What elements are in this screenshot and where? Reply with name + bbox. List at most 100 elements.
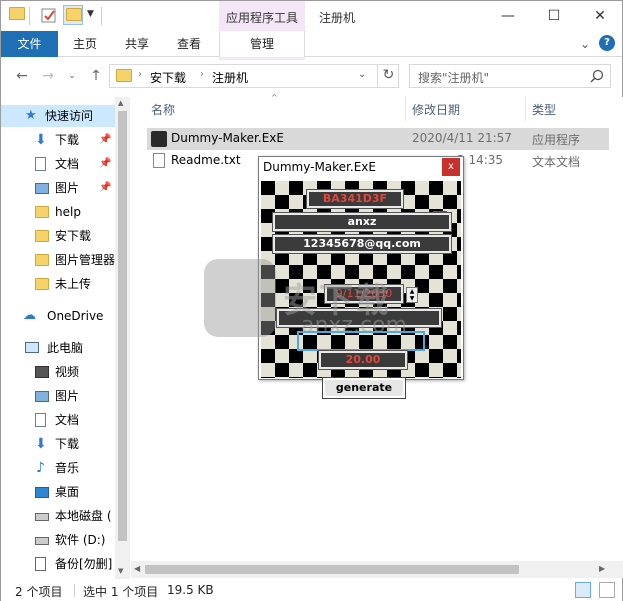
folder-icon — [9, 7, 25, 23]
help-icon[interactable]: ? — [599, 35, 615, 51]
name-field[interactable]: anxz — [272, 212, 452, 232]
large-icons-view-icon[interactable] — [599, 582, 615, 598]
column-header-modified[interactable]: 修改日期 — [412, 101, 460, 118]
tab-view[interactable]: 查看 — [169, 31, 209, 57]
nav-item-this-pc[interactable]: 此电脑 — [1, 337, 115, 359]
nav-label: help — [55, 205, 81, 219]
nav-item-videos[interactable]: 视频 — [1, 361, 115, 383]
tab-home[interactable]: 主页 — [65, 31, 105, 57]
folder-icon — [35, 278, 49, 292]
search-box[interactable]: 搜索"注册机" — [409, 64, 611, 88]
file-type: 文本文档 — [532, 155, 581, 169]
pin-icon[interactable]: 📌 — [99, 177, 111, 199]
nav-item-quick-access[interactable]: ★ 快速访问 — [1, 105, 115, 127]
horizontal-scrollbar[interactable]: ◀ ▶ — [131, 561, 623, 578]
file-name: Dummy-Maker.ExE — [171, 131, 284, 145]
scrollbar-thumb[interactable] — [118, 111, 127, 541]
column-divider[interactable] — [525, 97, 526, 121]
file-name: Readme.txt — [171, 153, 241, 167]
selected-count: 选中 1 个项目 — [83, 585, 159, 599]
address-bar[interactable]: › 安下载 › 注册机 ⌄ — [109, 64, 399, 88]
chevron-down-icon[interactable]: ⌄ — [358, 69, 366, 80]
scroll-right-icon[interactable]: ▶ — [599, 564, 605, 573]
nav-item-documents[interactable]: 文档 📌 — [1, 153, 115, 175]
nav-label: 备份[勿删] — [55, 557, 113, 571]
file-modified: 2020/4/11 21:57 — [412, 131, 512, 145]
nav-label: 图片管理器 — [55, 253, 115, 267]
nav-item-local-disk[interactable]: 本地磁盘 ( — [1, 505, 115, 527]
nav-label: 下载 — [55, 437, 80, 451]
chevron-right-icon[interactable]: › — [200, 69, 204, 80]
computer-icon — [25, 342, 39, 353]
nav-scrollbar[interactable]: ▲ ▼ — [115, 97, 130, 579]
nav-item-not-uploaded[interactable]: 未上传 — [1, 273, 115, 295]
expand-ribbon-icon[interactable]: ⌄ — [577, 31, 593, 57]
dialog-title: Dummy-Maker.ExE — [263, 160, 376, 174]
recent-locations-icon[interactable]: ⌄ — [63, 67, 81, 85]
nav-label: 图片 — [55, 181, 80, 195]
context-tab-title: 应用程序工具 — [225, 11, 298, 25]
nav-label: 下载 — [55, 133, 80, 147]
new-folder-icon[interactable] — [63, 5, 83, 25]
nav-item-software-drive[interactable]: 软件 (D:) — [1, 529, 115, 551]
scroll-left-icon[interactable]: ◀ — [134, 564, 140, 573]
nav-item-backup-drive[interactable]: 备份[勿删] — [1, 553, 115, 575]
nav-item-onedrive[interactable]: ☁ OneDrive — [1, 305, 115, 327]
column-header-type[interactable]: 类型 — [532, 101, 556, 118]
close-button[interactable]: ✕ — [577, 1, 623, 31]
folder-icon — [35, 206, 49, 220]
scroll-down-icon[interactable]: ▼ — [118, 567, 123, 575]
email-field[interactable]: 12345678@qq.com — [272, 234, 452, 254]
nav-item-documents-pc[interactable]: 文档 — [1, 409, 115, 431]
column-header-name[interactable]: 名称 — [151, 101, 175, 118]
nav-label: 文档 — [55, 413, 80, 427]
date-spinner[interactable]: ▲ ▼ — [406, 287, 418, 303]
picture-icon — [35, 391, 49, 402]
column-divider[interactable] — [405, 97, 406, 121]
price-field[interactable]: 20.00 — [318, 350, 408, 370]
breadcrumb-item[interactable]: 注册机 — [212, 69, 248, 86]
back-arrow-icon[interactable]: ← — [13, 67, 31, 85]
details-view-icon[interactable] — [575, 582, 591, 598]
nav-item-desktop[interactable]: 桌面 — [1, 481, 115, 503]
selected-size: 19.5 KB — [167, 583, 214, 597]
minimize-button[interactable]: — — [485, 1, 531, 31]
serial-code-field[interactable]: BA341D3F — [306, 189, 404, 209]
search-icon[interactable] — [590, 69, 604, 83]
properties-icon[interactable] — [41, 7, 57, 23]
customize-qat-icon[interactable]: ▼ — [87, 9, 94, 19]
dialog-close-button[interactable]: x — [442, 158, 460, 176]
nav-item-downloads-pc[interactable]: ⬇ 下载 — [1, 433, 115, 455]
music-icon: ♪ — [36, 460, 45, 476]
nav-item-pictures[interactable]: 图片 📌 — [1, 177, 115, 199]
file-type: 应用程序 — [532, 133, 581, 147]
forward-arrow-icon[interactable]: → — [39, 67, 57, 85]
refresh-icon[interactable]: ↻ — [377, 64, 399, 88]
up-arrow-icon[interactable]: ↑ — [87, 67, 105, 85]
file-row[interactable]: Dummy-Maker.ExE 2020/4/11 21:57 应用程序 — [147, 128, 609, 150]
scrollbar-thumb[interactable] — [145, 565, 519, 574]
document-icon — [35, 413, 46, 427]
nav-item-pictures-pc[interactable]: 图片 — [1, 385, 115, 407]
pin-icon[interactable]: 📌 — [99, 153, 111, 175]
nav-item-downloads[interactable]: ⬇ 下载 📌 — [1, 129, 115, 151]
breadcrumb-item[interactable]: 安下载 — [150, 69, 186, 86]
nav-item-picture-manager[interactable]: 图片管理器 — [1, 249, 115, 271]
content-scrollbar[interactable] — [609, 97, 623, 561]
generate-button[interactable]: generate — [322, 377, 406, 399]
nav-label: 文档 — [55, 157, 80, 171]
search-input[interactable]: 搜索"注册机" — [418, 69, 489, 86]
nav-item-music[interactable]: ♪ 音乐 — [1, 457, 115, 479]
scroll-up-icon[interactable]: ▲ — [118, 99, 123, 107]
nav-item-help[interactable]: help — [1, 201, 115, 223]
maximize-button[interactable]: ☐ — [531, 1, 577, 31]
nav-label: 安下载 — [55, 229, 92, 243]
pin-icon[interactable]: 📌 — [99, 129, 111, 151]
tab-manage[interactable]: 管理 — [219, 31, 305, 57]
chevron-right-icon[interactable]: › — [138, 69, 142, 80]
nav-item-anxz[interactable]: 安下载 — [1, 225, 115, 247]
tab-share[interactable]: 共享 — [117, 31, 157, 57]
nav-label: 音乐 — [55, 461, 80, 475]
navigation-pane: ★ 快速访问 ⬇ 下载 📌 文档 📌 图片 📌 help 安下载 图片管理器 未… — [1, 97, 129, 579]
tab-file[interactable]: 文件 — [1, 31, 58, 57]
